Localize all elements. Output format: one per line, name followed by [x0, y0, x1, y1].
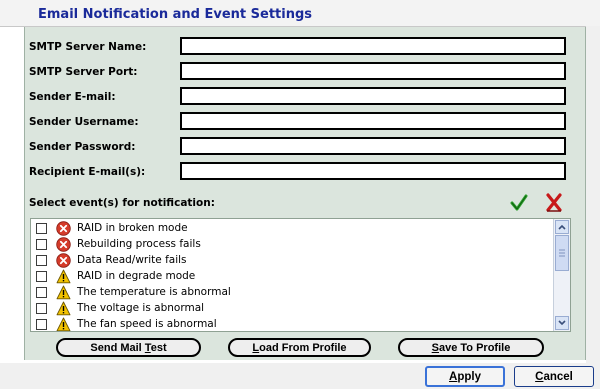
smtp-server-port-input[interactable] [180, 62, 566, 80]
warning-icon [56, 285, 71, 300]
load-from-profile-label: oad From Profile [259, 342, 347, 354]
cancel-label: ancel [543, 371, 573, 383]
chevron-down-icon [558, 320, 566, 326]
save-to-profile-accesskey: S [431, 342, 439, 354]
warning-icon [56, 269, 71, 284]
event-label: RAID in degrade mode [77, 270, 196, 282]
event-checkbox[interactable] [36, 303, 47, 314]
title-bar: Email Notification and Event Settings [0, 0, 600, 27]
send-mail-test-button[interactable]: Send Mail Test [56, 338, 201, 357]
event-checkbox[interactable] [36, 271, 47, 282]
dialog-footer [0, 363, 600, 389]
event-label: The temperature is abnormal [77, 286, 231, 298]
event-item: RAID in degrade mode [31, 269, 551, 285]
event-item: RAID in broken mode [31, 221, 551, 237]
event-checkbox[interactable] [36, 239, 47, 250]
event-item: Rebuilding process fails [31, 237, 551, 253]
warning-icon [56, 317, 71, 331]
scroll-up-button[interactable] [555, 220, 569, 234]
error-icon [56, 237, 71, 252]
event-item: The temperature is abnormal [31, 285, 551, 301]
smtp-server-name-input[interactable] [180, 37, 566, 55]
event-checkbox[interactable] [36, 255, 47, 266]
event-label: RAID in broken mode [77, 222, 188, 234]
smtp-server-port-label: SMTP Server Port: [29, 66, 138, 78]
sender-password-label: Sender Password: [29, 141, 136, 153]
page-title: Email Notification and Event Settings [38, 7, 313, 22]
save-to-profile-button[interactable]: Save To Profile [398, 338, 544, 357]
apply-button[interactable]: Apply [425, 366, 505, 387]
red-x-icon[interactable] [545, 193, 563, 213]
event-item: The voltage is abnormal [31, 301, 551, 317]
scroll-down-button[interactable] [555, 316, 569, 330]
sender-email-label: Sender E-mail: [29, 91, 116, 103]
grip-icon [559, 249, 565, 257]
event-list[interactable]: RAID in broken mode Rebuilding process f… [30, 218, 571, 332]
event-checkbox[interactable] [36, 287, 47, 298]
recipient-emails-label: Recipient E-mail(s): [29, 166, 146, 178]
event-checkbox[interactable] [36, 223, 47, 234]
sender-username-label: Sender Username: [29, 116, 139, 128]
cancel-button[interactable]: Cancel [514, 366, 594, 387]
right-edge-strip [586, 26, 600, 363]
event-label: Rebuilding process fails [77, 238, 201, 250]
chevron-up-icon [558, 224, 566, 230]
event-checkbox[interactable] [36, 319, 47, 330]
event-list-scrollbar[interactable] [553, 219, 570, 331]
send-mail-test-label-a: Send Mail [90, 342, 145, 354]
event-label: Data Read/write fails [77, 254, 187, 266]
event-label: The fan speed is abnormal [77, 318, 217, 330]
sender-email-input[interactable] [180, 87, 566, 105]
smtp-server-name-label: SMTP Server Name: [29, 41, 147, 53]
recipient-emails-input[interactable] [180, 162, 566, 180]
green-checkmark-icon[interactable] [510, 194, 528, 212]
events-section-label: Select event(s) for notification: [29, 197, 215, 209]
warning-icon [56, 301, 71, 316]
error-icon [56, 221, 71, 236]
scroll-thumb[interactable] [555, 235, 569, 271]
event-item: Data Read/write fails [31, 253, 551, 269]
send-mail-test-label-b: est [150, 342, 167, 354]
sender-password-input[interactable] [180, 137, 566, 155]
load-from-profile-button[interactable]: Load From Profile [228, 338, 371, 357]
apply-label: pply [457, 371, 481, 383]
save-to-profile-label: ave To Profile [439, 342, 511, 354]
error-icon [56, 253, 71, 268]
event-item: The fan speed is abnormal [31, 317, 551, 331]
sender-username-input[interactable] [180, 112, 566, 130]
event-label: The voltage is abnormal [77, 302, 205, 314]
